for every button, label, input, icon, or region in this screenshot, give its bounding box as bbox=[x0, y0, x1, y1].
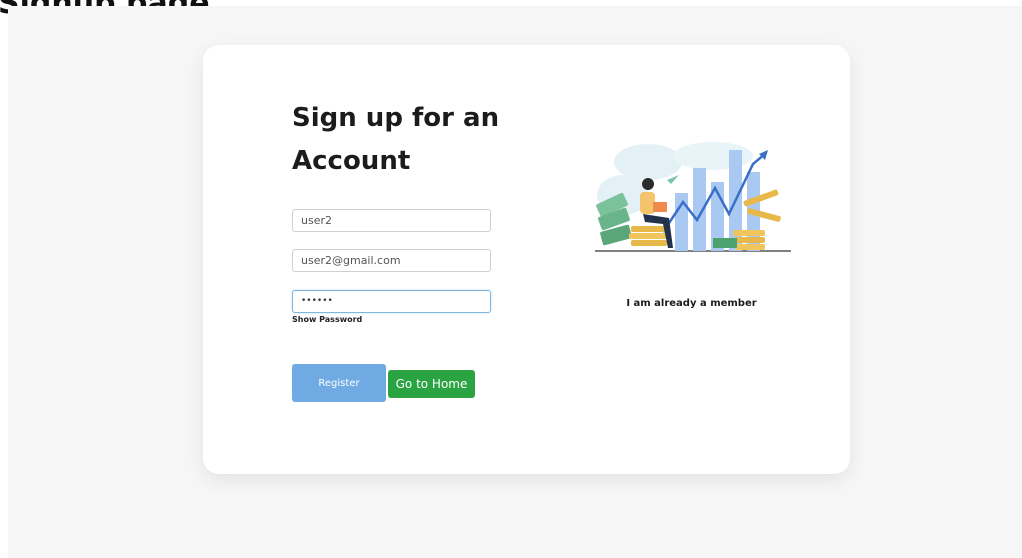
show-password-toggle[interactable]: Show Password bbox=[292, 315, 362, 324]
username-input[interactable] bbox=[292, 209, 491, 232]
password-input[interactable]: •••••• bbox=[292, 290, 491, 313]
form-title: Sign up for an Account bbox=[292, 103, 500, 176]
email-input[interactable] bbox=[292, 249, 491, 272]
page-backdrop: Sign up for an Account •••••• Show Passw… bbox=[8, 6, 1022, 558]
finance-growth-illustration-icon bbox=[595, 142, 791, 252]
signup-card: Sign up for an Account •••••• Show Passw… bbox=[203, 45, 850, 474]
register-button[interactable]: Register bbox=[292, 364, 386, 402]
already-member-link[interactable]: I am already a member bbox=[603, 298, 780, 309]
go-to-home-button[interactable]: Go to Home bbox=[388, 370, 475, 398]
